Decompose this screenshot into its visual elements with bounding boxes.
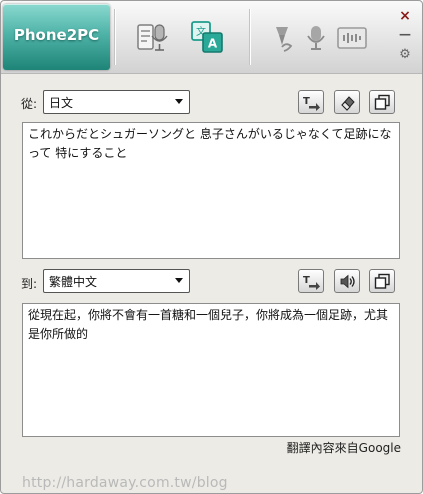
target-text-area[interactable]: 從現在起，你將不會有一首糖和一個兒子，你將成為一個足跡，尤其是你所做的 [22, 303, 400, 437]
eraser-icon [341, 96, 355, 111]
speaker-icon [340, 274, 355, 289]
watermark-url: http://hardaway.com.tw/blog [22, 475, 228, 491]
pen-button[interactable] [269, 23, 299, 53]
clear-button[interactable] [334, 90, 360, 114]
translation-credit: 翻譯內容來自Google [286, 441, 401, 455]
speech-input-button[interactable] [135, 19, 171, 55]
toolbar-separator [114, 9, 115, 65]
gear-icon: ⚙ [399, 47, 411, 62]
microphone-icon [307, 26, 325, 50]
source-translate-button[interactable]: T [298, 90, 324, 114]
microphone-button[interactable] [303, 23, 329, 53]
svg-text:T: T [303, 96, 310, 107]
title-bar: Phone2PC 文 A × — ⚙ [1, 1, 422, 74]
speak-button[interactable] [334, 269, 360, 293]
translate-icon: 文 A [191, 21, 223, 53]
close-icon: × [399, 8, 411, 24]
source-text-area[interactable]: これからだとシュガーソングと 息子さんがいるじゃなくて足跡になって 特にすること [22, 122, 400, 259]
sound-wave-icon [337, 27, 367, 49]
chevron-down-icon [175, 99, 183, 104]
app-logo-text: Phone2PC [13, 26, 100, 44]
settings-button[interactable]: ⚙ [395, 47, 415, 65]
target-copy-button[interactable] [369, 269, 395, 293]
target-translate-button[interactable]: T [298, 269, 324, 293]
target-language-value: 繁體中文 [49, 275, 98, 289]
source-language-label: 從: [21, 97, 38, 111]
source-language-select[interactable]: 日文 [43, 90, 190, 114]
source-copy-button[interactable] [369, 90, 395, 114]
translate-arrow-icon: T [303, 275, 320, 290]
copy-icon [374, 94, 390, 110]
svg-text:A: A [208, 37, 218, 51]
svg-text:T: T [303, 275, 310, 286]
minimize-button[interactable]: — [395, 27, 415, 45]
chevron-down-icon [175, 278, 183, 283]
close-button[interactable]: × [395, 8, 415, 26]
copy-icon [374, 273, 390, 289]
microphone-note-icon [137, 24, 168, 51]
minimize-icon: — [399, 27, 411, 41]
pen-icon [276, 27, 293, 52]
source-language-value: 日文 [49, 96, 74, 110]
target-language-select[interactable]: 繁體中文 [43, 269, 190, 293]
target-language-label: 到: [21, 277, 38, 291]
app-window: Phone2PC 文 A × — ⚙ 從: 日文 T これからだとシュガーソング… [0, 0, 423, 494]
app-logo[interactable]: Phone2PC [3, 4, 110, 70]
translate-button[interactable]: 文 A [189, 19, 225, 55]
translate-arrow-icon: T [303, 96, 320, 111]
audio-button[interactable] [337, 25, 367, 51]
toolbar-separator [249, 9, 250, 65]
